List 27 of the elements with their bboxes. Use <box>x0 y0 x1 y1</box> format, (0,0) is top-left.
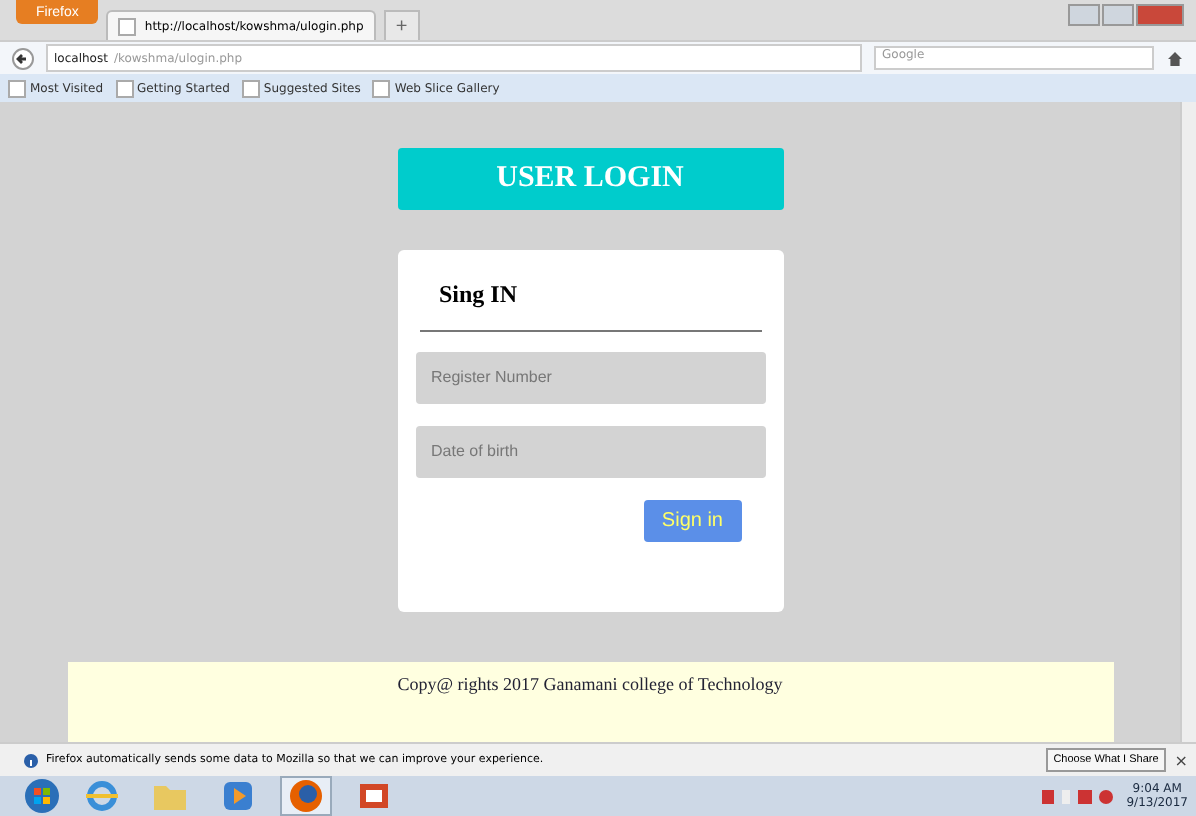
globe-icon <box>288 778 324 814</box>
bookmark-icon <box>115 79 134 97</box>
bookmark-icon <box>8 79 26 97</box>
scrollbar[interactable] <box>1180 102 1196 742</box>
input-field[interactable]: Register Number <box>415 351 765 404</box>
taskbar-app[interactable] <box>280 776 332 816</box>
info-icon <box>24 753 38 767</box>
browser-icon <box>84 778 120 814</box>
home-icon[interactable] <box>1166 49 1184 67</box>
tray-icons-drawing <box>1038 787 1119 805</box>
footer-text: Copy@ rights 2017 Ganamani college of Technology <box>67 662 1113 742</box>
maximize-button[interactable] <box>1102 4 1134 26</box>
close-notification-button[interactable]: × <box>1174 751 1188 769</box>
minimize-button[interactable] <box>1068 4 1100 26</box>
back-icon[interactable] <box>12 47 34 69</box>
folder-icon <box>152 780 188 812</box>
card-heading: Sing IN <box>419 265 761 332</box>
start-icon[interactable] <box>24 778 60 814</box>
slides-icon <box>358 780 390 812</box>
bookmark-icon <box>372 79 391 97</box>
play-icon <box>222 780 254 812</box>
page-title-banner: USER LOGIN <box>397 148 783 210</box>
bookmark-icon <box>241 79 260 97</box>
input-field[interactable]: Date of birth <box>415 425 765 478</box>
new-tab-button[interactable]: + <box>383 10 420 40</box>
page-icon <box>118 17 137 35</box>
close-button[interactable] <box>1136 4 1184 26</box>
